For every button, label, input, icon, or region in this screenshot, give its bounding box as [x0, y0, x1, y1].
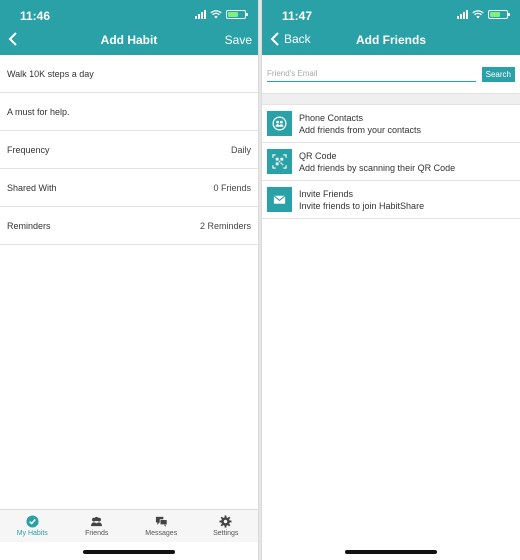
qr-code-icon [267, 149, 292, 174]
frequency-row[interactable]: Frequency Daily [0, 131, 258, 169]
search-button[interactable]: Search [481, 66, 515, 82]
signal-icon [457, 10, 468, 19]
reminders-row[interactable]: Reminders 2 Reminders [0, 207, 258, 245]
battery-icon [226, 10, 248, 19]
wifi-icon [210, 10, 222, 19]
shared-with-row[interactable]: Shared With 0 Friends [0, 169, 258, 207]
nav-bar: Add Habit Save [0, 29, 258, 55]
frequency-value: Daily [230, 144, 251, 155]
app-stage: 11:46 Add Habit Save Walk 10K steps a da… [0, 0, 520, 560]
option-title: Invite Friends [299, 188, 354, 199]
battery-icon [488, 10, 510, 19]
option-subtitle: Invite friends to join HabitShare [299, 200, 425, 211]
habit-name-field[interactable]: Walk 10K steps a day [0, 55, 258, 93]
shared-with-value: 0 Friends [213, 182, 251, 193]
top-bar: 11:47 Back Add Friends [262, 0, 520, 55]
page-title: Add Habit [100, 33, 158, 47]
wifi-icon [472, 10, 484, 19]
friend-search: Search [262, 55, 520, 93]
home-indicator [345, 550, 437, 554]
status-bar: 11:46 [0, 0, 258, 29]
shared-with-label: Shared With [7, 182, 57, 193]
save-button[interactable]: Save [225, 33, 252, 47]
option-text: Invite Friends Invite friends to join Ha… [299, 189, 424, 211]
tab-settings[interactable]: Settings [194, 510, 259, 542]
option-text: QR Code Add friends by scanning their QR… [299, 151, 455, 173]
signal-icon [195, 10, 206, 19]
reminders-value: 2 Reminders [199, 220, 251, 231]
habit-form: Walk 10K steps a day A must for help. Fr… [0, 55, 258, 245]
status-time: 11:46 [20, 9, 51, 23]
phone-contacts-option[interactable]: Phone Contacts Add friends from your con… [262, 105, 520, 143]
home-indicator [83, 550, 175, 554]
tab-label: Friends [85, 530, 109, 537]
option-title: QR Code [299, 150, 337, 161]
tab-label: Settings [213, 530, 239, 537]
frequency-label: Frequency [7, 144, 50, 155]
habit-name-text: Walk 10K steps a day [7, 68, 94, 79]
page-title: Add Friends [355, 33, 426, 47]
invite-friends-option[interactable]: Invite Friends Invite friends to join Ha… [262, 181, 520, 219]
reminders-label: Reminders [7, 220, 51, 231]
add-friends-screen: 11:47 Back Add Friends Search [261, 0, 520, 560]
tab-label: My Habits [16, 530, 48, 537]
top-bar: 11:46 Add Habit Save [0, 0, 258, 55]
contacts-icon [267, 111, 292, 136]
nav-bar: Back Add Friends [262, 29, 520, 55]
habit-description-text: A must for help. [7, 106, 70, 117]
qr-code-option[interactable]: QR Code Add friends by scanning their QR… [262, 143, 520, 181]
status-time: 11:47 [282, 9, 313, 23]
people-icon [91, 516, 103, 527]
section-separator [262, 93, 520, 105]
status-icons [195, 10, 248, 19]
gear-icon [219, 515, 232, 528]
check-circle-icon [26, 515, 39, 528]
habit-description-field[interactable]: A must for help. [0, 93, 258, 131]
tab-label: Messages [145, 530, 178, 537]
envelope-icon [267, 187, 292, 212]
add-habit-screen: 11:46 Add Habit Save Walk 10K steps a da… [0, 0, 259, 560]
tab-friends[interactable]: Friends [65, 510, 130, 542]
tab-bar: My Habits Friends Messages Settings [0, 509, 258, 542]
tab-my-habits[interactable]: My Habits [0, 510, 65, 542]
option-subtitle: Add friends by scanning their QR Code [299, 162, 456, 173]
status-bar: 11:47 [262, 0, 520, 29]
option-title: Phone Contacts [299, 112, 364, 123]
option-subtitle: Add friends from your contacts [299, 124, 422, 135]
chat-icon [155, 516, 168, 527]
add-friend-options: Phone Contacts Add friends from your con… [262, 105, 520, 219]
option-text: Phone Contacts Add friends from your con… [299, 113, 421, 135]
tab-messages[interactable]: Messages [129, 510, 194, 542]
status-icons [457, 10, 510, 19]
friend-email-input[interactable] [267, 66, 476, 82]
